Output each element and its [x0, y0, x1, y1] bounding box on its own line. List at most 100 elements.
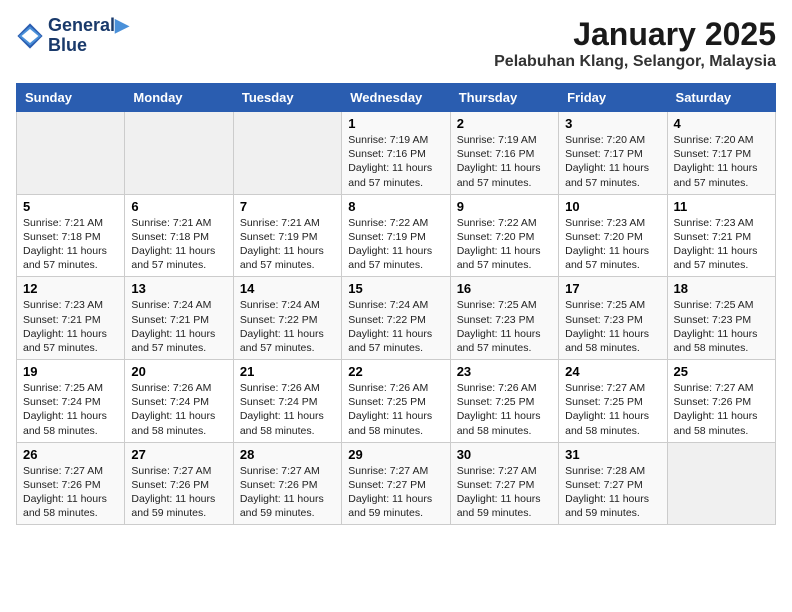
day-number: 27	[131, 447, 226, 462]
day-number: 20	[131, 364, 226, 379]
calendar-week-1: 1 Sunrise: 7:19 AMSunset: 7:16 PMDaylight…	[17, 112, 776, 195]
day-info: Sunrise: 7:27 AMSunset: 7:27 PMDaylight:…	[457, 464, 552, 521]
page-header: General▶ Blue January 2025 Pelabuhan Kla…	[16, 16, 776, 71]
calendar-cell: 7 Sunrise: 7:21 AMSunset: 7:19 PMDaylight…	[233, 194, 341, 277]
calendar-cell: 6 Sunrise: 7:21 AMSunset: 7:18 PMDaylight…	[125, 194, 233, 277]
calendar-cell: 1 Sunrise: 7:19 AMSunset: 7:16 PMDaylight…	[342, 112, 450, 195]
day-info: Sunrise: 7:19 AMSunset: 7:16 PMDaylight:…	[348, 133, 443, 190]
calendar-cell: 29 Sunrise: 7:27 AMSunset: 7:27 PMDayligh…	[342, 442, 450, 525]
calendar-cell: 10Sunrise: 7:23 AMSunset: 7:20 PMDayligh…	[559, 194, 667, 277]
day-number: 22	[348, 364, 443, 379]
calendar-cell: 19Sunrise: 7:25 AMSunset: 7:24 PMDayligh…	[17, 360, 125, 443]
day-number: 25	[674, 364, 769, 379]
day-number: 1	[348, 116, 443, 131]
page-subtitle: Pelabuhan Klang, Selangor, Malaysia	[494, 53, 776, 71]
day-number: 2	[457, 116, 552, 131]
calendar-cell: 11 Sunrise: 7:23 AMSunset: 7:21 PMDayligh…	[667, 194, 775, 277]
calendar-cell: 31 Sunrise: 7:28 AMSunset: 7:27 PMDayligh…	[559, 442, 667, 525]
day-info: Sunrise: 7:22 AMSunset: 7:20 PMDaylight:…	[457, 216, 552, 273]
day-number: 17	[565, 281, 660, 296]
day-info: Sunrise: 7:19 AMSunset: 7:16 PMDaylight:…	[457, 133, 552, 190]
day-info: Sunrise: 7:27 AMSunset: 7:26 PMDaylight:…	[131, 464, 226, 521]
day-number: 11	[674, 199, 769, 214]
calendar-cell: 18Sunrise: 7:25 AMSunset: 7:23 PMDayligh…	[667, 277, 775, 360]
calendar-week-4: 19Sunrise: 7:25 AMSunset: 7:24 PMDayligh…	[17, 360, 776, 443]
day-info: Sunrise: 7:20 AMSunset: 7:17 PMDaylight:…	[565, 133, 660, 190]
logo-icon	[16, 22, 44, 50]
day-number: 15	[348, 281, 443, 296]
day-number: 12	[23, 281, 118, 296]
day-info: Sunrise: 7:27 AMSunset: 7:26 PMDaylight:…	[23, 464, 118, 521]
calendar-cell: 28 Sunrise: 7:27 AMSunset: 7:26 PMDayligh…	[233, 442, 341, 525]
day-info: Sunrise: 7:23 AMSunset: 7:21 PMDaylight:…	[23, 298, 118, 355]
day-info: Sunrise: 7:26 AMSunset: 7:25 PMDaylight:…	[348, 381, 443, 438]
day-number: 8	[348, 199, 443, 214]
day-info: Sunrise: 7:27 AMSunset: 7:25 PMDaylight:…	[565, 381, 660, 438]
day-info: Sunrise: 7:21 AMSunset: 7:18 PMDaylight:…	[131, 216, 226, 273]
day-info: Sunrise: 7:22 AMSunset: 7:19 PMDaylight:…	[348, 216, 443, 273]
calendar-cell: 12 Sunrise: 7:23 AMSunset: 7:21 PMDayligh…	[17, 277, 125, 360]
day-number: 4	[674, 116, 769, 131]
calendar-week-2: 5Sunrise: 7:21 AMSunset: 7:18 PMDaylight…	[17, 194, 776, 277]
day-number: 24	[565, 364, 660, 379]
day-info: Sunrise: 7:27 AMSunset: 7:26 PMDaylight:…	[674, 381, 769, 438]
calendar-week-3: 12 Sunrise: 7:23 AMSunset: 7:21 PMDayligh…	[17, 277, 776, 360]
day-number: 21	[240, 364, 335, 379]
day-number: 26	[23, 447, 118, 462]
day-info: Sunrise: 7:23 AMSunset: 7:21 PMDaylight:…	[674, 216, 769, 273]
calendar-cell	[233, 112, 341, 195]
day-info: Sunrise: 7:26 AMSunset: 7:24 PMDaylight:…	[131, 381, 226, 438]
day-number: 6	[131, 199, 226, 214]
day-number: 18	[674, 281, 769, 296]
day-info: Sunrise: 7:20 AMSunset: 7:17 PMDaylight:…	[674, 133, 769, 190]
weekday-header-wednesday: Wednesday	[342, 84, 450, 112]
day-number: 30	[457, 447, 552, 462]
day-number: 28	[240, 447, 335, 462]
day-number: 31	[565, 447, 660, 462]
day-number: 16	[457, 281, 552, 296]
weekday-header-saturday: Saturday	[667, 84, 775, 112]
calendar-table: SundayMondayTuesdayWednesdayThursdayFrid…	[16, 83, 776, 525]
day-number: 19	[23, 364, 118, 379]
calendar-cell: 13Sunrise: 7:24 AMSunset: 7:21 PMDayligh…	[125, 277, 233, 360]
day-info: Sunrise: 7:28 AMSunset: 7:27 PMDaylight:…	[565, 464, 660, 521]
calendar-cell: 21Sunrise: 7:26 AMSunset: 7:24 PMDayligh…	[233, 360, 341, 443]
day-number: 13	[131, 281, 226, 296]
day-info: Sunrise: 7:27 AMSunset: 7:27 PMDaylight:…	[348, 464, 443, 521]
day-number: 10	[565, 199, 660, 214]
calendar-cell: 27 Sunrise: 7:27 AMSunset: 7:26 PMDayligh…	[125, 442, 233, 525]
day-info: Sunrise: 7:25 AMSunset: 7:23 PMDaylight:…	[457, 298, 552, 355]
day-info: Sunrise: 7:21 AMSunset: 7:18 PMDaylight:…	[23, 216, 118, 273]
calendar-cell: 3 Sunrise: 7:20 AMSunset: 7:17 PMDaylight…	[559, 112, 667, 195]
day-number: 29	[348, 447, 443, 462]
calendar-cell: 9Sunrise: 7:22 AMSunset: 7:20 PMDaylight…	[450, 194, 558, 277]
weekday-header-tuesday: Tuesday	[233, 84, 341, 112]
logo-text: General▶ Blue	[48, 16, 129, 56]
day-number: 14	[240, 281, 335, 296]
day-info: Sunrise: 7:24 AMSunset: 7:22 PMDaylight:…	[240, 298, 335, 355]
day-number: 7	[240, 199, 335, 214]
day-info: Sunrise: 7:25 AMSunset: 7:23 PMDaylight:…	[565, 298, 660, 355]
page-title: January 2025	[494, 16, 776, 53]
calendar-cell	[125, 112, 233, 195]
calendar-cell: 5Sunrise: 7:21 AMSunset: 7:18 PMDaylight…	[17, 194, 125, 277]
calendar-cell: 26 Sunrise: 7:27 AMSunset: 7:26 PMDayligh…	[17, 442, 125, 525]
calendar-cell: 24 Sunrise: 7:27 AMSunset: 7:25 PMDayligh…	[559, 360, 667, 443]
weekday-header-monday: Monday	[125, 84, 233, 112]
calendar-week-5: 26 Sunrise: 7:27 AMSunset: 7:26 PMDayligh…	[17, 442, 776, 525]
day-info: Sunrise: 7:24 AMSunset: 7:22 PMDaylight:…	[348, 298, 443, 355]
day-info: Sunrise: 7:21 AMSunset: 7:19 PMDaylight:…	[240, 216, 335, 273]
weekday-header-sunday: Sunday	[17, 84, 125, 112]
title-block: January 2025 Pelabuhan Klang, Selangor, …	[494, 16, 776, 71]
calendar-cell: 14 Sunrise: 7:24 AMSunset: 7:22 PMDayligh…	[233, 277, 341, 360]
calendar-cell: 17 Sunrise: 7:25 AMSunset: 7:23 PMDayligh…	[559, 277, 667, 360]
calendar-cell: 2 Sunrise: 7:19 AMSunset: 7:16 PMDaylight…	[450, 112, 558, 195]
day-info: Sunrise: 7:27 AMSunset: 7:26 PMDaylight:…	[240, 464, 335, 521]
day-number: 23	[457, 364, 552, 379]
calendar-cell: 30 Sunrise: 7:27 AMSunset: 7:27 PMDayligh…	[450, 442, 558, 525]
calendar-cell	[17, 112, 125, 195]
calendar-cell: 20 Sunrise: 7:26 AMSunset: 7:24 PMDayligh…	[125, 360, 233, 443]
day-number: 3	[565, 116, 660, 131]
calendar-cell: 16 Sunrise: 7:25 AMSunset: 7:23 PMDayligh…	[450, 277, 558, 360]
calendar-cell: 23Sunrise: 7:26 AMSunset: 7:25 PMDayligh…	[450, 360, 558, 443]
